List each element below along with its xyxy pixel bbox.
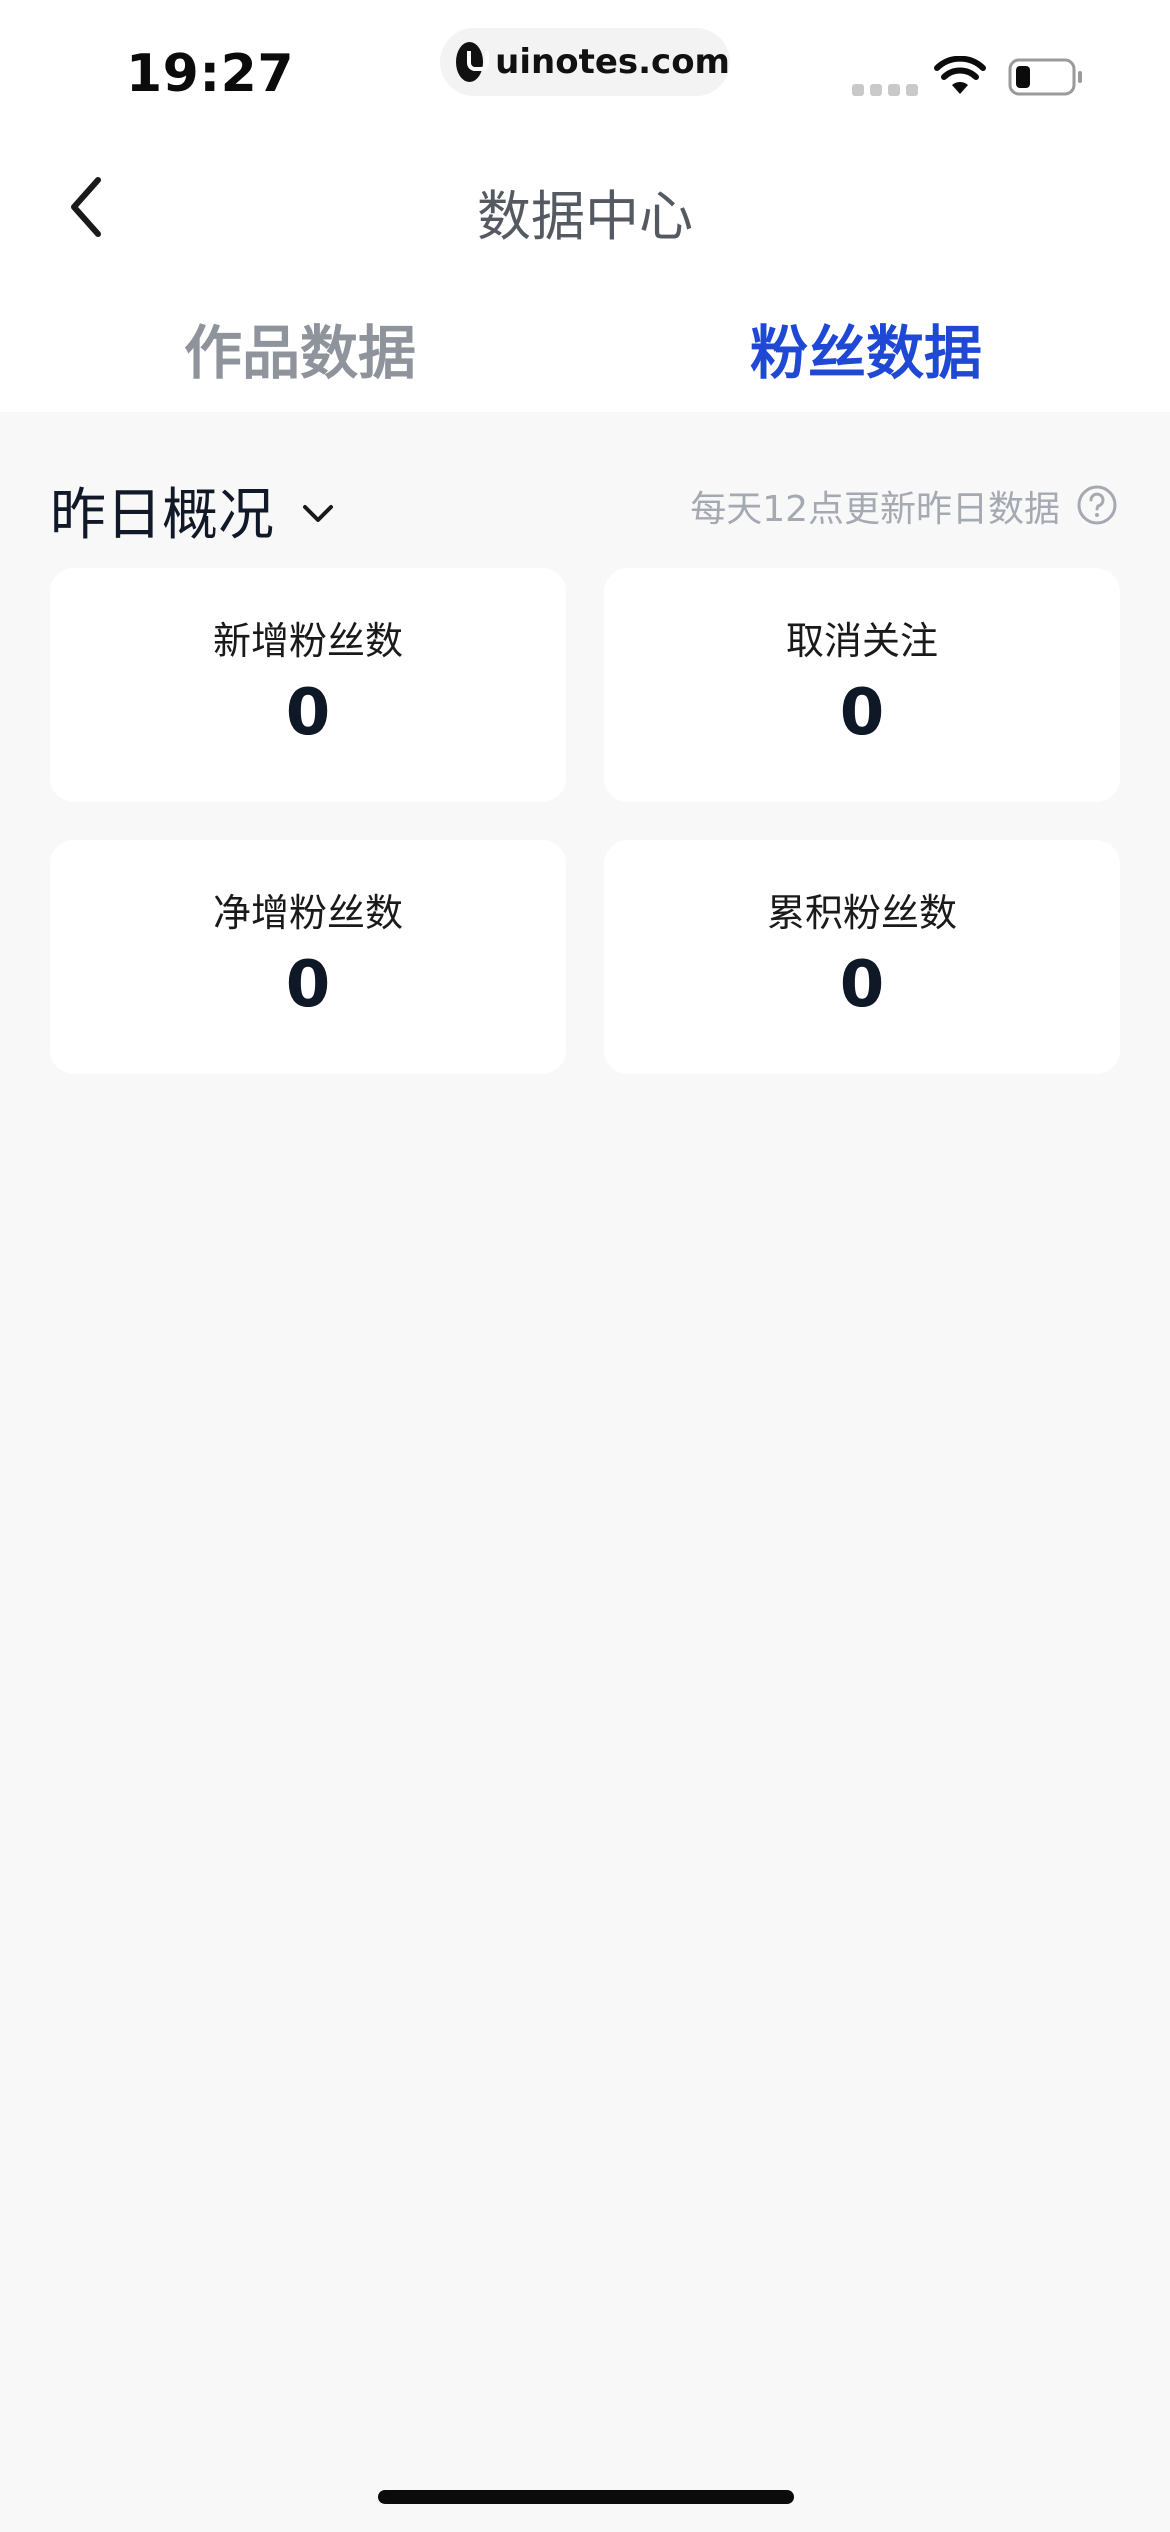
- page-title: 数据中心: [477, 185, 693, 248]
- url-pill[interactable]: uinotes.com: [440, 28, 730, 96]
- stat-card-new-fans: 新增粉丝数 0: [50, 568, 566, 802]
- stat-label: 净增粉丝数: [212, 891, 403, 935]
- stat-label: 取消关注: [785, 619, 938, 663]
- stat-value: 0: [285, 948, 331, 1022]
- stat-card-total-fans: 累积粉丝数 0: [604, 840, 1120, 1074]
- home-indicator[interactable]: [378, 2490, 794, 2504]
- stat-label: 新增粉丝数: [212, 619, 403, 663]
- battery-icon: [1008, 58, 1082, 96]
- stat-value: 0: [839, 948, 885, 1022]
- help-icon[interactable]: [1076, 484, 1118, 526]
- stat-value: 0: [839, 676, 885, 750]
- status-time: 19:27: [126, 44, 295, 104]
- chevron-down-icon: [303, 504, 333, 522]
- stat-card-unfollows: 取消关注 0: [604, 568, 1120, 802]
- update-note: 每天12点更新昨日数据: [690, 489, 1060, 530]
- cellular-signal-icon: [852, 84, 918, 96]
- uinotes-logo-icon: [456, 42, 490, 82]
- period-selector[interactable]: 昨日概况: [50, 470, 334, 551]
- stat-card-net-fans: 净增粉丝数 0: [50, 840, 566, 1074]
- wifi-icon: [934, 56, 986, 94]
- period-selector-label: 昨日概况: [50, 483, 274, 548]
- tab-works-data[interactable]: 作品数据: [100, 306, 500, 390]
- url-text: uinotes.com: [495, 42, 730, 82]
- tab-fans-data[interactable]: 粉丝数据: [666, 306, 1066, 390]
- stat-label: 累积粉丝数: [766, 891, 957, 935]
- stat-value: 0: [285, 676, 331, 750]
